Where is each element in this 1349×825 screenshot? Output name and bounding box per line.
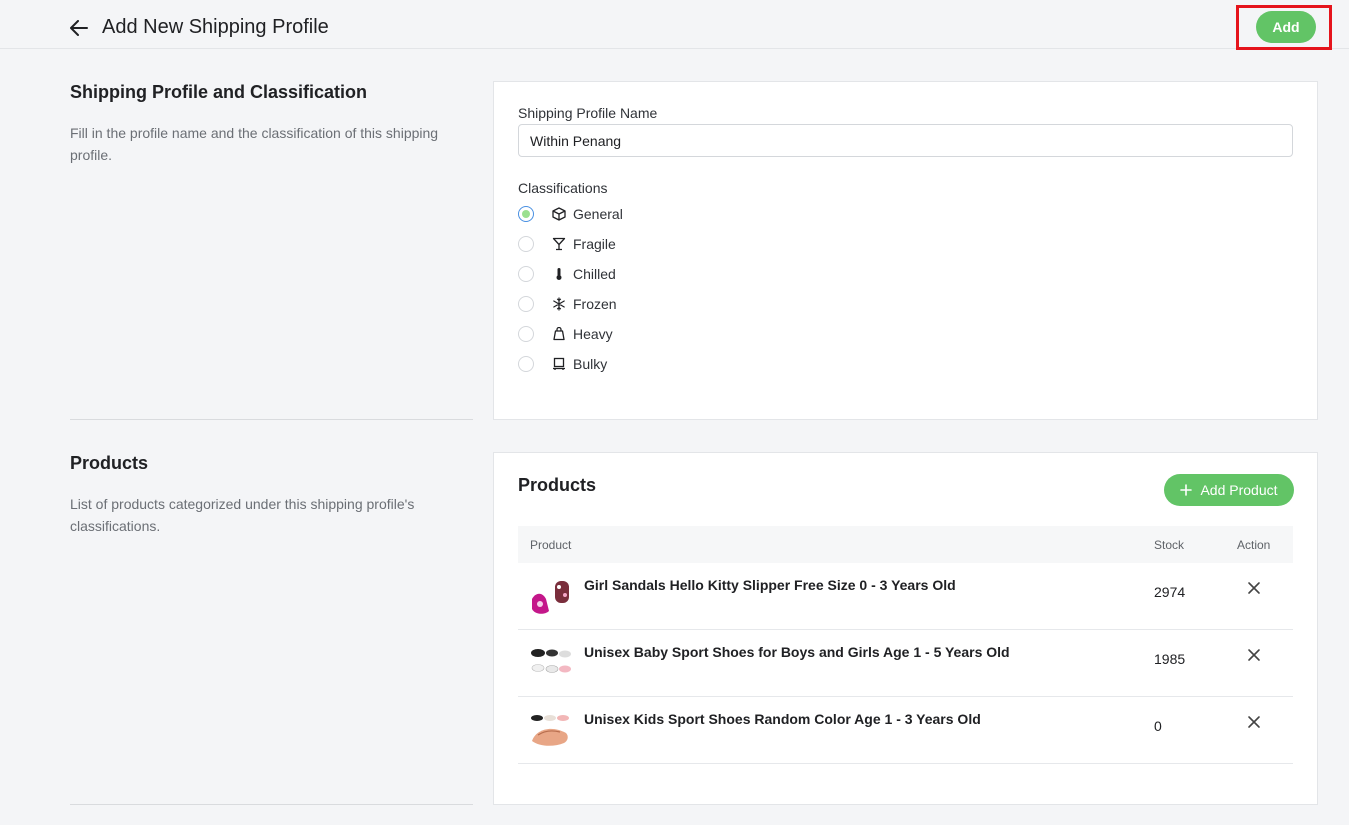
- profile-name-label: Shipping Profile Name: [518, 105, 658, 121]
- radio-chilled[interactable]: [518, 266, 534, 282]
- classifications-label: Classifications: [518, 180, 608, 196]
- remove-icon[interactable]: [1246, 714, 1262, 730]
- radio-bulky[interactable]: [518, 356, 534, 372]
- radio-general[interactable]: [518, 206, 534, 222]
- classification-option-chilled[interactable]: Chilled: [518, 264, 616, 284]
- table-header: Product Stock Action: [518, 526, 1293, 563]
- column-stock: Stock: [1154, 538, 1185, 552]
- products-section-description: List of products categorized under this …: [70, 496, 415, 534]
- top-bar: Add New Shipping Profile: [0, 0, 1349, 49]
- product-thumbnail: [528, 711, 574, 751]
- products-card: Products Add Product Product Stock Actio…: [493, 452, 1318, 805]
- profile-section-description: Fill in the profile name and the classif…: [70, 125, 439, 163]
- product-thumbnail: [528, 577, 574, 617]
- add-product-button[interactable]: Add Product: [1164, 474, 1294, 506]
- classification-label: Chilled: [573, 266, 616, 282]
- classification-option-fragile[interactable]: Fragile: [518, 234, 616, 254]
- product-stock: 2974: [1154, 584, 1186, 600]
- radio-fragile[interactable]: [518, 236, 534, 252]
- bulky-icon: [551, 356, 567, 372]
- classification-label: Bulky: [573, 356, 608, 372]
- table-row: Girl Sandals Hello Kitty Slipper Free Si…: [518, 563, 1293, 630]
- product-stock: 1985: [1154, 651, 1186, 667]
- product-thumbnail: [528, 644, 574, 684]
- box-icon: [551, 206, 567, 222]
- remove-icon[interactable]: [1246, 647, 1262, 663]
- back-arrow-icon[interactable]: [68, 17, 90, 39]
- radio-heavy[interactable]: [518, 326, 534, 342]
- column-product: Product: [530, 538, 572, 552]
- weight-icon: [551, 326, 567, 342]
- classification-label: Fragile: [573, 236, 616, 252]
- profile-section-title: Shipping Profile and Classification: [70, 82, 368, 102]
- product-stock: 0: [1154, 718, 1162, 734]
- table-row: Unisex Baby Sport Shoes for Boys and Gir…: [518, 630, 1293, 697]
- product-name: Girl Sandals Hello Kitty Slipper Free Si…: [584, 577, 956, 593]
- snowflake-icon: [551, 296, 567, 312]
- product-name: Unisex Kids Sport Shoes Random Color Age…: [584, 711, 981, 727]
- page-title: Add New Shipping Profile: [102, 16, 329, 38]
- column-action: Action: [1237, 538, 1271, 552]
- plus-icon: [1180, 484, 1193, 496]
- profile-card: Shipping Profile Name Classifications Ge…: [493, 81, 1318, 420]
- add-product-label: Add Product: [1200, 482, 1278, 498]
- products-card-title: Products: [518, 475, 597, 495]
- classification-option-general[interactable]: General: [518, 204, 623, 224]
- thermometer-icon: [551, 266, 567, 282]
- product-name: Unisex Baby Sport Shoes for Boys and Gir…: [584, 644, 1010, 660]
- classification-option-bulky[interactable]: Bulky: [518, 354, 607, 374]
- section-divider: [70, 419, 473, 420]
- classification-label: General: [573, 206, 623, 222]
- glass-icon: [551, 236, 567, 252]
- classification-option-frozen[interactable]: Frozen: [518, 294, 617, 314]
- products-table: Product Stock Action Girl Sandals Hello …: [518, 526, 1293, 764]
- classification-label: Heavy: [573, 326, 613, 342]
- classification-option-heavy[interactable]: Heavy: [518, 324, 613, 344]
- radio-frozen[interactable]: [518, 296, 534, 312]
- classification-label: Frozen: [573, 296, 617, 312]
- remove-icon[interactable]: [1246, 580, 1262, 596]
- section-divider: [70, 804, 473, 805]
- add-button[interactable]: Add: [1256, 11, 1316, 43]
- products-section-title: Products: [70, 453, 149, 473]
- profile-name-input[interactable]: [518, 124, 1293, 157]
- table-row: Unisex Kids Sport Shoes Random Color Age…: [518, 697, 1293, 764]
